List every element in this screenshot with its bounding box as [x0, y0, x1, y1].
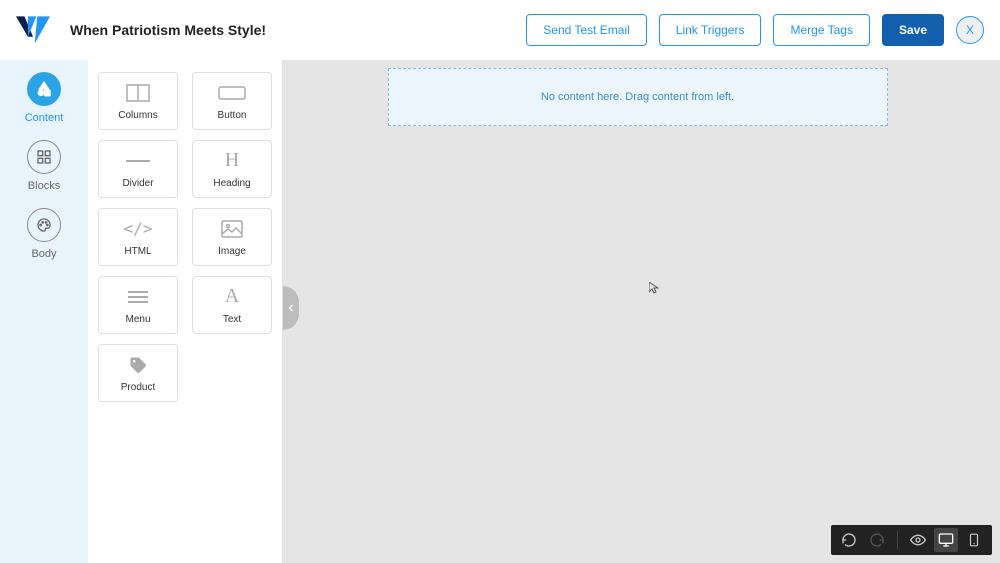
divider-icon [126, 150, 150, 172]
page-title: When Patriotism Meets Style! [70, 22, 266, 38]
tool-image[interactable]: Image [192, 208, 272, 266]
undo-button[interactable] [837, 528, 861, 552]
shapes-icon [27, 72, 61, 106]
palette-icon [27, 208, 61, 242]
rail-item-content[interactable]: Content [25, 72, 64, 124]
tool-label: Image [218, 246, 246, 257]
vertical-scrollbar[interactable] [988, 60, 998, 545]
tool-label: Text [223, 314, 241, 325]
tool-label: Product [121, 382, 155, 393]
rail-item-body[interactable]: Body [27, 208, 61, 260]
merge-tags-button[interactable]: Merge Tags [773, 14, 869, 46]
redo-button[interactable] [865, 528, 889, 552]
mobile-view-button[interactable] [962, 528, 986, 552]
canvas-inner[interactable]: No content here. Drag content from left. [295, 68, 980, 543]
app-logo [16, 16, 50, 44]
grid-icon [27, 140, 61, 174]
menu-icon [128, 286, 148, 308]
image-icon [221, 218, 243, 240]
close-button[interactable]: X [956, 16, 984, 44]
header-actions: Send Test Email Link Triggers Merge Tags… [526, 14, 984, 46]
tool-html[interactable]: </> HTML [98, 208, 178, 266]
tool-columns[interactable]: Columns [98, 72, 178, 130]
empty-dropzone[interactable]: No content here. Drag content from left. [388, 68, 888, 126]
tool-product[interactable]: Product [98, 344, 178, 402]
tool-text[interactable]: A Text [192, 276, 272, 334]
rail-item-label: Body [31, 248, 56, 260]
tool-button[interactable]: Button [192, 72, 272, 130]
tool-label: Divider [122, 178, 153, 189]
rail-item-blocks[interactable]: Blocks [27, 140, 61, 192]
text-icon: A [225, 286, 239, 308]
tool-divider[interactable]: Divider [98, 140, 178, 198]
left-rail: Content Blocks Body [0, 60, 88, 563]
button-icon [218, 82, 246, 104]
desktop-view-button[interactable] [934, 528, 958, 552]
tools-panel: Columns Button Divider H Heading [88, 60, 283, 563]
save-button[interactable]: Save [882, 14, 944, 46]
rail-item-label: Content [25, 112, 64, 124]
canvas[interactable]: No content here. Drag content from left.… [283, 60, 1000, 563]
toolbar-separator [897, 531, 898, 549]
tag-icon [128, 354, 148, 376]
tool-heading[interactable]: H Heading [192, 140, 272, 198]
app-header: When Patriotism Meets Style! Send Test E… [0, 0, 1000, 60]
dropzone-text: No content here. Drag content from left. [541, 91, 734, 103]
code-icon: </> [124, 218, 153, 240]
tool-menu[interactable]: Menu [98, 276, 178, 334]
canvas-bottom-toolbar [831, 525, 992, 555]
send-test-email-button[interactable]: Send Test Email [526, 14, 647, 46]
columns-icon [126, 82, 150, 104]
tool-label: Button [218, 110, 247, 121]
tool-label: Heading [213, 178, 250, 189]
rail-item-label: Blocks [28, 180, 60, 192]
chevron-left-icon: ‹ [288, 299, 293, 317]
link-triggers-button[interactable]: Link Triggers [659, 14, 762, 46]
tools-grid: Columns Button Divider H Heading [98, 72, 272, 402]
header-left: When Patriotism Meets Style! [16, 16, 266, 44]
tool-label: HTML [124, 246, 151, 257]
preview-button[interactable] [906, 528, 930, 552]
main-row: Content Blocks Body [0, 60, 1000, 563]
tool-label: Columns [118, 110, 157, 121]
tool-label: Menu [125, 314, 150, 325]
heading-icon: H [225, 150, 239, 172]
